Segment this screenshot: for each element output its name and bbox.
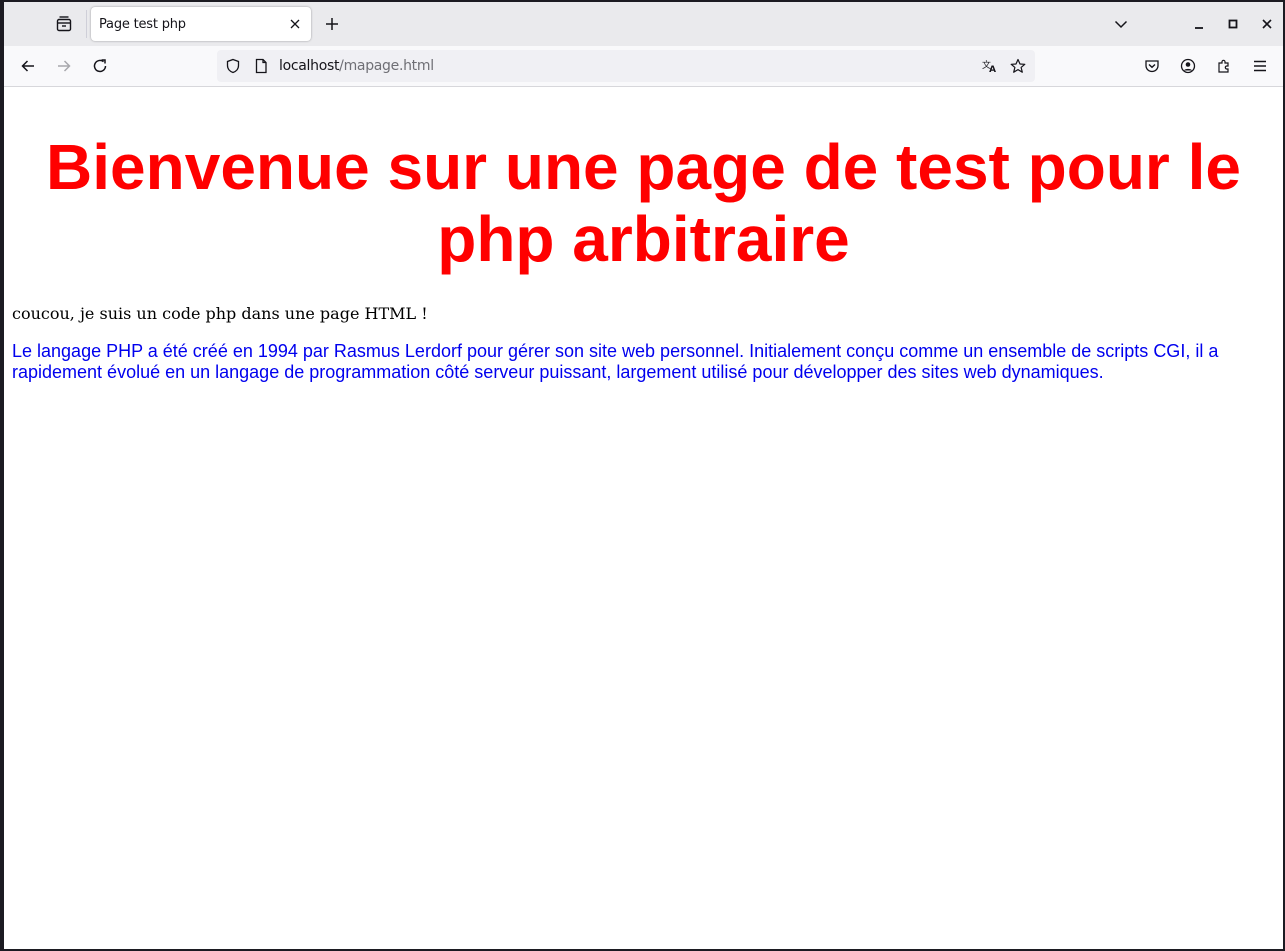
arrow-left-icon[interactable] [17, 55, 39, 77]
svg-text:A: A [989, 65, 996, 74]
star-icon[interactable] [1010, 58, 1026, 74]
puzzle-icon[interactable] [1214, 56, 1234, 76]
url-path: /mapage.html [339, 58, 434, 74]
tab-strip: Page test php [4, 2, 1283, 46]
close-icon[interactable] [1258, 15, 1276, 33]
url-text[interactable]: localhost/mapage.html [279, 58, 434, 74]
pocket-icon[interactable] [1142, 56, 1162, 76]
maximize-icon[interactable] [1224, 15, 1242, 33]
page-content: Bienvenue sur une page de test pour le p… [4, 87, 1283, 949]
close-icon[interactable] [287, 16, 303, 32]
tab-separator [86, 10, 87, 38]
tab-title: Page test php [99, 17, 186, 32]
account-icon[interactable] [1178, 56, 1198, 76]
hamburger-icon[interactable] [1250, 56, 1270, 76]
url-bar[interactable]: localhost/mapage.html 文A [217, 50, 1035, 82]
page-title: Bienvenue sur une page de test pour le p… [46, 131, 1241, 275]
tab-list-icon[interactable] [48, 12, 80, 36]
minimize-icon[interactable] [1190, 15, 1208, 33]
php-output-text: coucou, je suis un code php dans une pag… [12, 304, 428, 323]
php-history-paragraph: Le langage PHP a été créé en 1994 par Ra… [12, 341, 1219, 382]
browser-window: Page test php localhost/mapage.html 文 A … [4, 2, 1283, 949]
url-host: localhost [279, 58, 340, 74]
page-icon[interactable] [253, 58, 269, 74]
chevron-down-icon[interactable] [1112, 15, 1130, 33]
navigation-toolbar: localhost/mapage.html 文A [4, 46, 1283, 87]
reload-icon[interactable] [89, 55, 111, 77]
shield-icon[interactable] [225, 58, 241, 74]
tab-active[interactable]: Page test php [91, 7, 311, 41]
translate-icon[interactable]: 文A [982, 58, 998, 74]
arrow-right-icon[interactable] [53, 55, 75, 77]
plus-icon[interactable] [322, 14, 342, 34]
